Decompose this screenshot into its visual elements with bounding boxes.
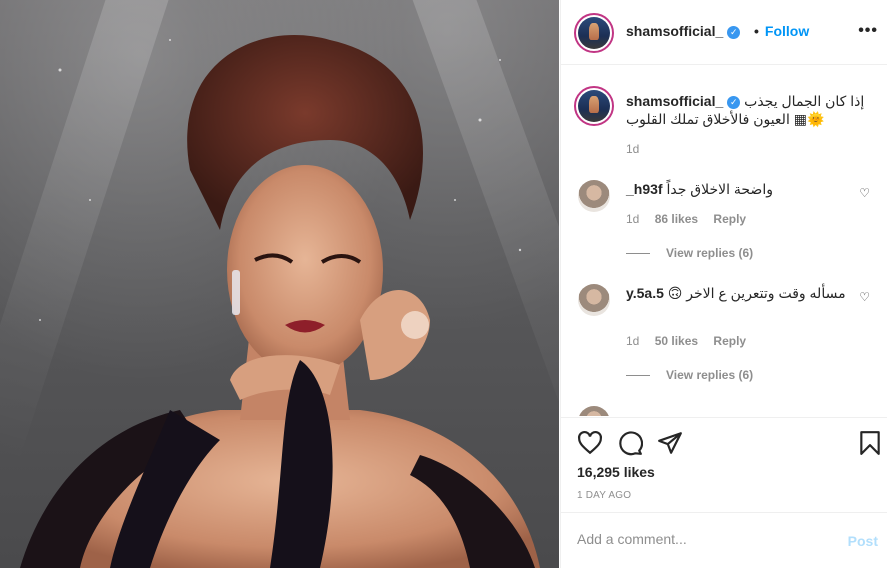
follow-button[interactable]: • Follow [754, 23, 809, 39]
bookmark-icon[interactable] [857, 430, 883, 456]
comment-likes[interactable]: 86 likes [655, 212, 698, 226]
comment-avatar[interactable] [578, 406, 610, 416]
post-actions: 16,295 likes 1 DAY AGO [561, 417, 887, 512]
comment-avatar[interactable] [578, 180, 610, 212]
comment-meta: 1d 50 likes Reply [626, 334, 758, 348]
heart-icon[interactable] [577, 430, 603, 456]
post-date: 1 DAY AGO [577, 490, 632, 501]
comment-body: _h93f واضحة الاخلاق جداً [626, 180, 846, 198]
post-sidebar: shamsofficial_ ✓ • Follow ••• shamsofficia… [560, 0, 887, 568]
comment-icon[interactable] [617, 430, 643, 456]
verified-badge-icon: ✓ [727, 95, 741, 109]
caption-time: 1d [626, 142, 640, 156]
follow-label[interactable]: Follow [765, 23, 809, 39]
comment-likes[interactable]: 50 likes [655, 334, 698, 348]
comment-meta: 1d 86 likes Reply [626, 212, 758, 226]
comment-username[interactable]: _h93f [626, 181, 663, 197]
post-comment-button[interactable]: Post [848, 533, 878, 549]
comment-body: y.5a.5 مسأله وقت وتتعرين ع الاخر 🙃 [626, 284, 846, 302]
reply-button[interactable]: Reply [713, 212, 746, 226]
view-replies-button[interactable]: View replies (6) [626, 246, 753, 260]
comment-like-heart-icon[interactable]: ♡ [859, 290, 870, 304]
comment-text: واضحة الاخلاق جداً [666, 181, 773, 197]
post-likes-count[interactable]: 16,295 likes [577, 464, 655, 480]
add-comment-input[interactable] [577, 531, 817, 547]
verified-badge-icon: ✓ [727, 25, 741, 39]
comment-text: مسأله وقت وتتعرين ع الاخر 🙃 [667, 285, 846, 301]
comment-time: 1d [626, 334, 640, 348]
author-username[interactable]: shamsofficial_ ✓ [626, 23, 741, 39]
comment-like-heart-icon[interactable]: ♡ [859, 186, 870, 200]
caption-username[interactable]: shamsofficial_ [626, 93, 723, 109]
comment-avatar[interactable] [578, 284, 610, 316]
view-replies-button[interactable]: View replies (6) [626, 368, 753, 382]
caption-body: shamsofficial_ ✓ إذا كان الجمال يجذب 🌞▦ ا… [626, 92, 866, 128]
add-comment-bar: Post [561, 512, 887, 568]
post-photo[interactable] [0, 0, 559, 568]
comments-list[interactable]: shamsofficial_ ✓ إذا كان الجمال يجذب 🌞▦ ا… [561, 66, 887, 416]
post-header: shamsofficial_ ✓ • Follow ••• [561, 0, 887, 65]
reply-button[interactable]: Reply [713, 334, 746, 348]
share-icon[interactable] [657, 430, 683, 456]
author-avatar[interactable] [574, 13, 614, 53]
comment-time: 1d [626, 212, 640, 226]
caption-avatar[interactable] [574, 86, 614, 126]
author-username-text[interactable]: shamsofficial_ [626, 23, 723, 39]
more-options-icon[interactable]: ••• [858, 22, 878, 40]
comment-username[interactable]: y.5a.5 [626, 285, 664, 301]
